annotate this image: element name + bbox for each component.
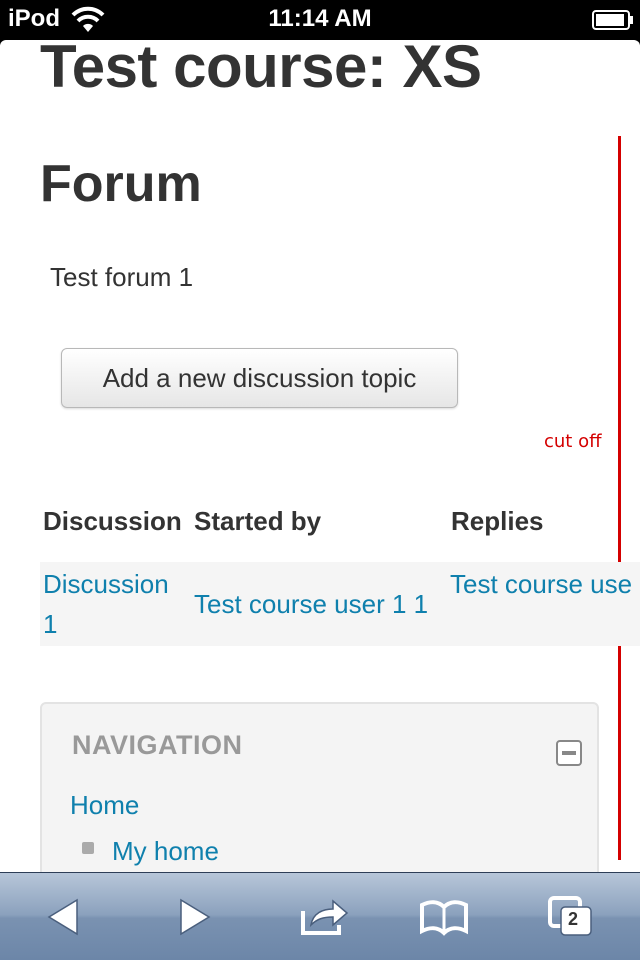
back-icon — [47, 898, 78, 936]
bookmarks-button[interactable] — [399, 873, 489, 960]
status-bar: iPod 11:14 AM — [0, 0, 640, 40]
bullet-icon — [82, 842, 94, 854]
column-header-started-by[interactable]: Started by — [194, 506, 321, 537]
started-by-link[interactable]: Test course user 1 1 — [194, 584, 428, 624]
cutoff-annotation-line — [618, 136, 621, 860]
nav-item-my-home[interactable]: My home — [112, 836, 219, 867]
cutoff-annotation-label: cut off — [544, 431, 602, 452]
navigation-title: NAVIGATION — [72, 730, 243, 760]
tabs-count: 2 — [568, 909, 579, 929]
discussion-link-line1[interactable]: Discussion — [43, 564, 169, 604]
forum-title: Forum — [40, 155, 202, 213]
forum-intro: Test forum 1 — [50, 262, 194, 292]
nav-item-home[interactable]: Home — [70, 790, 139, 821]
discussion-link-line2[interactable]: 1 — [43, 604, 169, 644]
share-icon — [301, 899, 349, 935]
web-content[interactable]: Test course: XS Forum Test forum 1 Add a… — [0, 40, 640, 872]
forward-icon — [180, 898, 211, 936]
forward-button[interactable] — [148, 873, 238, 960]
back-button[interactable] — [20, 873, 110, 960]
collapse-icon[interactable] — [556, 740, 582, 766]
battery-icon — [592, 10, 633, 30]
bookmarks-icon — [420, 900, 468, 936]
share-button[interactable] — [280, 873, 370, 960]
tabs-button[interactable]: 2 — [526, 873, 616, 960]
add-discussion-button[interactable]: Add a new discussion topic — [61, 348, 458, 408]
course-title: Test course: XS — [40, 40, 482, 100]
navigation-block: NAVIGATION Home My home — [40, 702, 599, 872]
replies-link[interactable]: Test course use — [450, 564, 632, 604]
column-header-replies[interactable]: Replies — [451, 506, 544, 537]
column-header-discussion[interactable]: Discussion — [43, 506, 182, 537]
clock: 11:14 AM — [268, 5, 372, 32]
discussion-link[interactable]: Discussion 1 — [43, 564, 169, 644]
browser-toolbar: 2 — [0, 872, 640, 960]
